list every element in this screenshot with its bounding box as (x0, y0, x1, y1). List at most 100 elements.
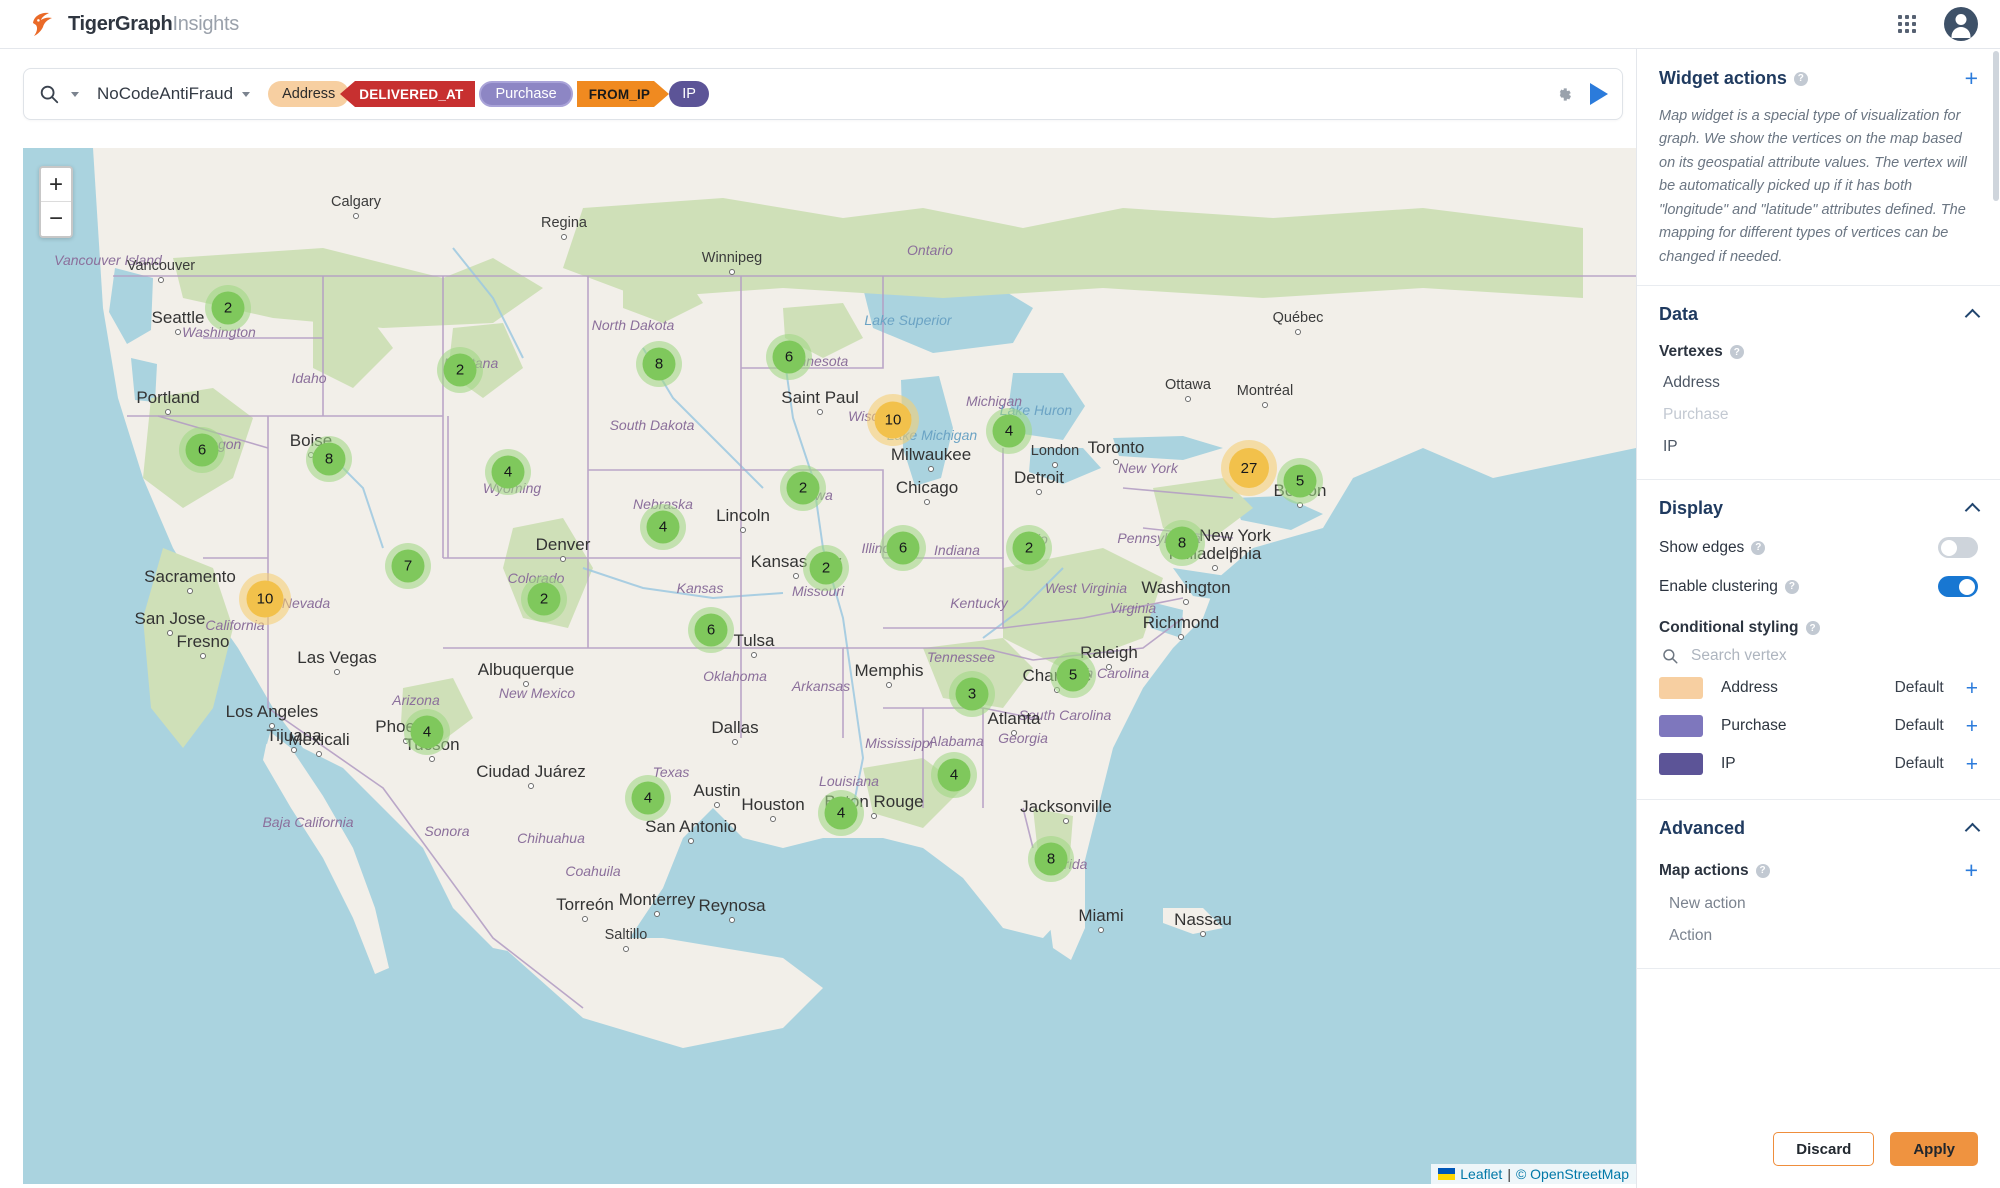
query-search-bar[interactable]: NoCodeAntiFraud Address DELIVERED_AT Pur… (23, 68, 1623, 120)
add-style-ip-button[interactable]: + (1966, 754, 1978, 775)
map-cluster-marker[interactable]: 5 (1277, 458, 1323, 504)
map-cluster-marker[interactable]: 4 (485, 449, 531, 495)
enable-clustering-toggle[interactable] (1938, 576, 1978, 597)
map-cluster-marker[interactable]: 4 (818, 790, 864, 836)
search-mode-chevron-down-icon[interactable] (71, 92, 79, 97)
map-cluster-marker[interactable]: 8 (1028, 836, 1074, 882)
style-name-purchase: Purchase (1721, 717, 1786, 735)
map-zoom-control[interactable]: + − (39, 166, 73, 238)
vertex-search-row[interactable] (1661, 647, 1978, 665)
vertex-item-ip[interactable]: IP (1659, 431, 1978, 463)
color-swatch-purchase[interactable] (1659, 715, 1703, 737)
map-cluster-marker[interactable]: 2 (1006, 525, 1052, 571)
display-header[interactable]: Display (1659, 498, 1978, 519)
map-cluster-marker[interactable]: 4 (625, 775, 671, 821)
openstreetmap-link[interactable]: © OpenStreetMap (1516, 1166, 1629, 1182)
chevron-up-icon[interactable] (1965, 503, 1981, 519)
map-cluster-marker[interactable]: 4 (986, 408, 1032, 454)
color-swatch-address[interactable] (1659, 677, 1703, 699)
add-map-action-button[interactable]: + (1965, 859, 1978, 882)
map-cluster-marker[interactable]: 4 (931, 752, 977, 798)
map-cluster-marker[interactable]: 4 (640, 504, 686, 550)
map-cluster-marker[interactable]: 10 (239, 573, 291, 625)
map-cluster-marker[interactable]: 3 (949, 671, 995, 717)
style-value-address[interactable]: Default (1895, 679, 1944, 697)
zoom-out-button[interactable]: − (41, 202, 71, 236)
panel-scrollbar[interactable] (1993, 51, 1999, 201)
help-icon[interactable]: ? (1751, 541, 1765, 555)
search-vertex-input[interactable] (1691, 647, 1921, 665)
map-cluster-marker[interactable]: 2 (803, 545, 849, 591)
map-city-dot (1113, 459, 1119, 465)
help-icon[interactable]: ? (1785, 580, 1799, 594)
map-cluster-marker[interactable]: 2 (437, 347, 483, 393)
chevron-up-icon[interactable] (1965, 309, 1981, 325)
style-name-ip: IP (1721, 755, 1736, 773)
leaflet-link[interactable]: Leaflet (1460, 1166, 1502, 1182)
map-cluster-marker[interactable]: 6 (880, 525, 926, 571)
map-cluster-marker[interactable]: 27 (1221, 440, 1277, 496)
add-style-purchase-button[interactable]: + (1966, 716, 1978, 737)
help-icon[interactable]: ? (1730, 345, 1744, 359)
vertex-item-purchase[interactable]: Purchase (1659, 399, 1978, 431)
discard-button[interactable]: Discard (1773, 1132, 1874, 1166)
map-cluster-marker[interactable]: 2 (205, 285, 251, 331)
brand-secondary: Insights (172, 13, 239, 35)
map-cluster-marker[interactable]: 10 (867, 394, 919, 446)
map-cluster-marker[interactable]: 2 (780, 465, 826, 511)
pattern-vertex-address[interactable]: Address (268, 81, 349, 107)
gear-icon[interactable] (1553, 84, 1574, 105)
map-cluster-marker[interactable]: 5 (1050, 652, 1096, 698)
brand-logo-area[interactable]: TigerGraphInsights (30, 11, 239, 37)
map-city-dot (1200, 931, 1206, 937)
add-style-address-button[interactable]: + (1966, 678, 1978, 699)
style-value-purchase[interactable]: Default (1895, 717, 1944, 735)
advanced-header[interactable]: Advanced (1659, 818, 1978, 839)
map-cluster-count: 5 (1284, 465, 1317, 498)
help-icon[interactable]: ? (1806, 621, 1820, 635)
search-icon[interactable] (38, 83, 60, 105)
map-cluster-marker[interactable]: 6 (179, 427, 225, 473)
style-value-ip[interactable]: Default (1895, 755, 1944, 773)
map-cluster-marker[interactable]: 8 (636, 341, 682, 387)
help-icon[interactable]: ? (1756, 864, 1770, 878)
map-cluster-marker[interactable]: 6 (688, 607, 734, 653)
map-cluster-marker[interactable]: 8 (306, 436, 352, 482)
pattern-edge-delivered-at[interactable]: DELIVERED_AT (355, 81, 475, 107)
map-widget[interactable]: + − WashingtonIdahoNorth DakotaSouth Dak… (23, 148, 1636, 1184)
apply-button[interactable]: Apply (1890, 1132, 1978, 1166)
map-cluster-marker[interactable]: 7 (385, 543, 431, 589)
style-row-address[interactable]: Address Default + (1659, 669, 1978, 707)
map-cluster-count: 7 (392, 550, 425, 583)
grid-apps-icon[interactable] (1896, 13, 1918, 35)
map-city-dot (353, 213, 359, 219)
map-action-action[interactable]: Action (1659, 920, 1978, 952)
graph-select-chevron-down-icon[interactable] (242, 92, 250, 97)
show-edges-row: Show edges ? (1659, 537, 1978, 558)
show-edges-toggle[interactable] (1938, 537, 1978, 558)
graph-name-label[interactable]: NoCodeAntiFraud (97, 84, 233, 104)
map-cluster-marker[interactable]: 4 (404, 709, 450, 755)
pattern-vertex-purchase[interactable]: Purchase (479, 81, 572, 107)
zoom-in-button[interactable]: + (41, 168, 71, 202)
style-row-purchase[interactable]: Purchase Default + (1659, 707, 1978, 745)
map-city-dot (729, 269, 735, 275)
map-cluster-marker[interactable]: 8 (1159, 520, 1205, 566)
chevron-up-icon[interactable] (1965, 823, 1981, 839)
user-avatar-icon[interactable] (1944, 7, 1978, 41)
help-icon[interactable]: ? (1794, 72, 1808, 86)
data-header[interactable]: Data (1659, 304, 1978, 325)
map-cluster-marker[interactable]: 2 (521, 576, 567, 622)
style-name-address: Address (1721, 679, 1778, 697)
color-swatch-ip[interactable] (1659, 753, 1703, 775)
style-row-ip[interactable]: IP Default + (1659, 745, 1978, 783)
pattern-vertex-ip[interactable]: IP (669, 81, 709, 107)
add-widget-action-button[interactable]: + (1965, 67, 1978, 90)
conditional-styling-label: Conditional styling (1659, 619, 1799, 637)
map-city-dot (429, 756, 435, 762)
vertex-item-address[interactable]: Address (1659, 367, 1978, 399)
map-cluster-marker[interactable]: 6 (766, 334, 812, 380)
map-action-new-action[interactable]: New action (1659, 888, 1978, 920)
run-query-play-icon[interactable] (1590, 83, 1608, 105)
pattern-edge-from-ip[interactable]: FROM_IP (577, 81, 654, 107)
